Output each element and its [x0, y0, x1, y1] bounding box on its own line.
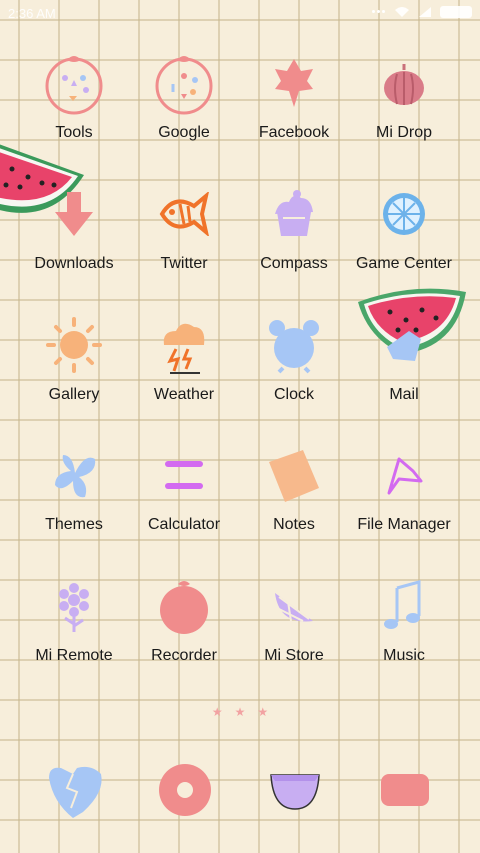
dock-phone[interactable]	[40, 755, 110, 825]
app-label: Mail	[389, 386, 419, 403]
app-label: Mi Drop	[375, 124, 432, 141]
app-file-manager[interactable]: File Manager	[349, 440, 459, 534]
browser-icon	[270, 774, 320, 810]
dock	[0, 755, 480, 835]
status-icons	[372, 6, 472, 18]
dock-messaging[interactable]	[150, 755, 220, 825]
recorder-icon	[149, 571, 219, 641]
mail-icon	[369, 310, 439, 380]
app-label: Clock	[273, 386, 314, 403]
game-center-icon	[369, 179, 439, 249]
messaging-icon	[159, 764, 211, 816]
mi-store-icon	[259, 571, 329, 641]
page-dot-icon[interactable]: ★	[235, 705, 246, 719]
app-google[interactable]: Google	[129, 48, 239, 142]
wifi-icon	[395, 7, 409, 17]
page-dot-icon[interactable]: ★	[257, 705, 268, 719]
app-recorder[interactable]: Recorder	[129, 571, 239, 665]
app-label: Weather	[153, 386, 215, 403]
mi-remote-icon	[39, 571, 109, 641]
app-mi-store[interactable]: Mi Store	[239, 571, 349, 665]
dock-camera[interactable]	[370, 755, 440, 825]
clock-icon	[259, 310, 329, 380]
google-icon	[149, 48, 219, 118]
app-facebook[interactable]: Facebook	[239, 48, 349, 142]
status-bar: 2:36 AM	[0, 0, 480, 28]
app-label: Facebook	[258, 124, 330, 141]
music-icon	[369, 571, 439, 641]
app-label: Game Center	[355, 255, 453, 272]
app-label: Google	[158, 124, 210, 141]
app-notes[interactable]: Notes	[239, 440, 349, 534]
notes-icon	[259, 440, 329, 510]
file-manager-icon	[369, 440, 439, 510]
page-dot-icon[interactable]: ★	[212, 705, 223, 719]
app-label: Gallery	[48, 386, 100, 403]
status-time: 2:36 AM	[8, 6, 56, 21]
twitter-icon	[149, 179, 219, 249]
app-mi-remote[interactable]: Mi Remote	[19, 571, 129, 665]
app-downloads[interactable]: Downloads	[19, 179, 129, 273]
app-label: Themes	[45, 516, 103, 533]
camera-icon	[381, 774, 429, 806]
app-mi-drop[interactable]: Mi Drop	[349, 48, 459, 142]
app-label: Compass	[260, 255, 328, 272]
app-label: Mi Store	[264, 647, 324, 664]
calculator-icon	[149, 440, 219, 510]
app-game-center[interactable]: Game Center	[349, 179, 459, 273]
app-label: Recorder	[151, 647, 217, 664]
app-label: Downloads	[34, 255, 114, 272]
app-twitter[interactable]: Twitter	[129, 179, 239, 273]
app-themes[interactable]: Themes	[19, 440, 129, 534]
app-label: Calculator	[147, 516, 221, 533]
app-label: Twitter	[160, 255, 208, 272]
downloads-icon	[39, 179, 109, 249]
app-calculator[interactable]: Calculator	[129, 440, 239, 534]
themes-icon	[39, 440, 109, 510]
cellular-signal-icon	[419, 7, 431, 17]
notification-dots-icon	[372, 10, 386, 14]
app-clock[interactable]: Clock	[239, 310, 349, 404]
phone-icon	[49, 766, 102, 818]
app-compass[interactable]: Compass	[239, 179, 349, 273]
app-gallery[interactable]: Gallery	[19, 310, 129, 404]
mi-drop-icon	[369, 48, 439, 118]
app-label: Notes	[273, 516, 315, 533]
weather-icon	[149, 310, 219, 380]
app-music[interactable]: Music	[349, 571, 459, 665]
gallery-icon	[39, 310, 109, 380]
app-mail[interactable]: Mail	[349, 310, 459, 404]
app-label: File Manager	[357, 516, 451, 533]
tools-icon	[39, 48, 109, 118]
app-label: Tools	[55, 124, 93, 141]
dock-browser[interactable]	[260, 755, 330, 825]
compass-icon	[259, 179, 329, 249]
facebook-icon	[259, 48, 329, 118]
app-weather[interactable]: Weather	[129, 310, 239, 404]
battery-icon	[440, 6, 472, 18]
page-indicator: ★ ★ ★	[0, 705, 480, 719]
app-label: Mi Remote	[35, 647, 113, 664]
app-label: Music	[383, 647, 425, 664]
app-tools[interactable]: Tools	[19, 48, 129, 142]
